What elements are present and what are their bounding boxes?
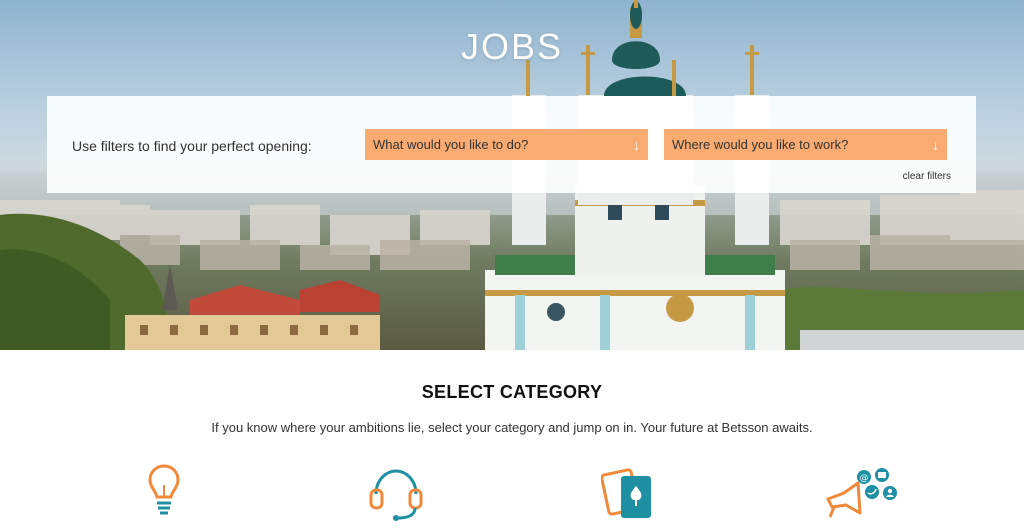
filter-prompt-label: Use filters to find your perfect opening… xyxy=(72,138,312,154)
role-dropdown[interactable]: What would you like to do? ↓ xyxy=(365,129,648,160)
category-tile-casino[interactable] xyxy=(600,466,655,527)
svg-text:@: @ xyxy=(860,474,869,484)
category-heading: SELECT CATEGORY xyxy=(421,382,603,402)
hero-banner: JOBS Use filters to find your perfect op… xyxy=(0,0,1024,350)
category-tile-customer-support[interactable] xyxy=(368,466,424,527)
category-description: If you know where your ambitions lie, se… xyxy=(211,420,813,435)
location-dropdown[interactable]: Where would you like to work? ↓ xyxy=(664,129,947,160)
headset-icon xyxy=(369,469,423,521)
playing-cards-icon xyxy=(600,468,651,518)
clear-filters-link[interactable]: clear filters xyxy=(903,171,951,182)
category-tile-marketing[interactable]: @ xyxy=(820,465,900,526)
category-tile-lightbulb[interactable] xyxy=(147,463,181,524)
role-dropdown-value: What would you like to do? xyxy=(373,137,529,152)
lightbulb-icon xyxy=(148,464,180,515)
arrow-down-icon: ↓ xyxy=(932,136,939,153)
page-title: JOBS xyxy=(460,26,564,67)
arrow-down-icon: ↓ xyxy=(633,136,640,153)
megaphone-social-icon: @ xyxy=(826,468,897,518)
location-dropdown-value: Where would you like to work? xyxy=(672,137,849,152)
job-filter-panel: Use filters to find your perfect opening… xyxy=(47,96,976,193)
